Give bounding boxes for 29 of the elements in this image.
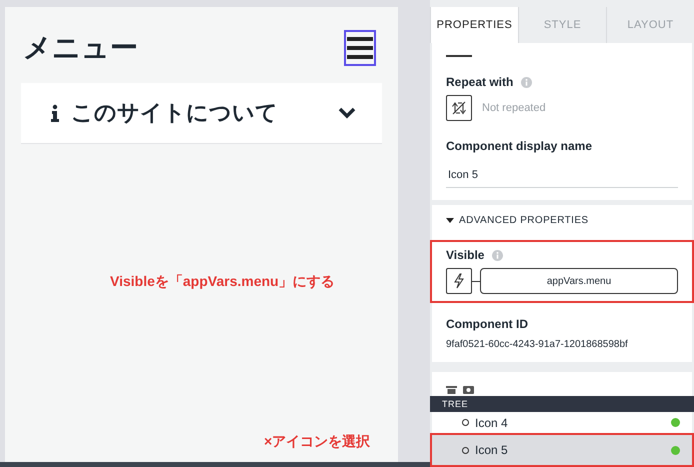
field-label: Visible — [446, 248, 484, 262]
accordion-header[interactable]: このサイトについて — [21, 83, 382, 144]
tree-item[interactable]: Icon 5 — [430, 433, 694, 467]
info-icon — [521, 76, 532, 88]
annotation-text: ×アイコンを選択 — [264, 433, 370, 451]
field-label: Component display name — [446, 139, 592, 153]
binding-field[interactable]: appVars.menu — [480, 268, 678, 294]
advanced-properties-toggle[interactable]: ADVANCED PROPERTIES — [446, 215, 678, 226]
caret-icon — [446, 218, 454, 224]
menu-icon[interactable] — [344, 30, 376, 66]
page-title: メニュー — [23, 31, 138, 65]
binding-button[interactable] — [446, 268, 472, 294]
repeat-button[interactable] — [446, 95, 472, 121]
lightning-icon — [453, 273, 465, 289]
repeat-off-icon — [451, 100, 467, 116]
component-id: 9faf0521-60cc-4243-91a7-1201868598bf — [446, 339, 629, 350]
display-name-field[interactable]: Icon 5 — [446, 163, 678, 188]
camera-icon[interactable] — [463, 386, 474, 394]
repeat-value: Not repeated — [482, 102, 546, 114]
field-label: Component ID — [446, 317, 528, 331]
chevron-icon — [338, 107, 356, 119]
tree-header: TREE — [430, 396, 694, 412]
info-icon — [51, 104, 59, 122]
field-label: Repeat with — [446, 75, 514, 89]
annotation-text: Visibleを「appVars.menu」にする — [110, 273, 335, 291]
tree-item[interactable]: Icon 4 — [430, 412, 694, 433]
info-icon — [492, 250, 504, 260]
trash-icon[interactable] — [446, 386, 457, 394]
panel-tab[interactable]: PROPERTIES — [430, 7, 518, 43]
